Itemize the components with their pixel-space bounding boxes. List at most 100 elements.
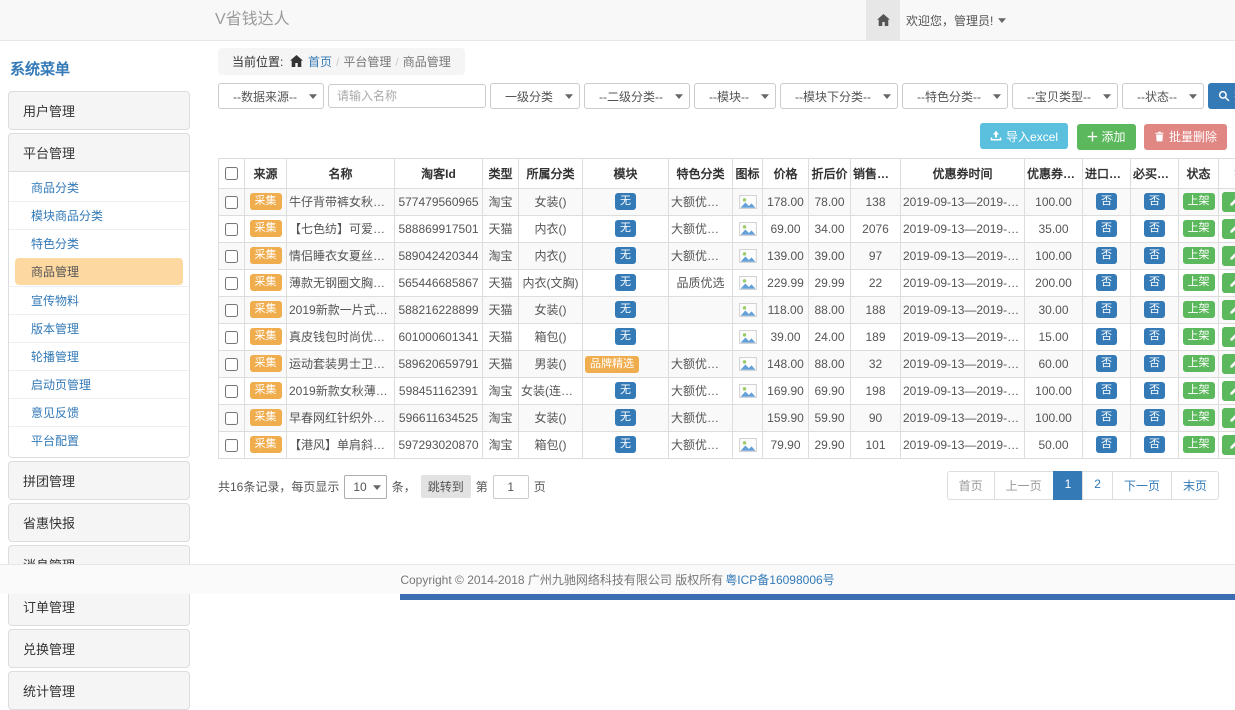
row-checkbox[interactable] [225,385,238,398]
import-select-toggle[interactable]: 否 [1096,355,1117,372]
module-badge[interactable]: 无 [615,382,636,399]
jump-page-input[interactable] [493,475,529,499]
import-select-toggle[interactable]: 否 [1096,409,1117,426]
row-checkbox[interactable] [225,277,238,290]
sidebar-subitem-4[interactable]: 宣传物料 [9,286,189,314]
module-badge[interactable]: 品牌精选 [585,356,639,373]
edit-button[interactable] [1222,408,1235,428]
home-button[interactable] [866,0,900,40]
must-buy-toggle[interactable]: 否 [1144,193,1165,210]
import-excel-button[interactable]: 导入excel [980,123,1068,149]
import-select-toggle[interactable]: 否 [1096,328,1117,345]
must-buy-toggle[interactable]: 否 [1144,247,1165,264]
row-checkbox[interactable] [225,439,238,452]
module-badge[interactable]: 无 [615,301,636,318]
import-select-toggle[interactable]: 否 [1096,247,1117,264]
must-buy-toggle[interactable]: 否 [1144,382,1165,399]
filter-select-5[interactable]: --宝贝类型-- [1012,83,1118,109]
import-select-toggle[interactable]: 否 [1096,220,1117,237]
edit-button[interactable] [1222,192,1235,212]
filter-select-3[interactable]: --模块下分类-- [780,83,898,109]
must-buy-toggle[interactable]: 否 [1144,409,1165,426]
module-badge[interactable]: 无 [615,328,636,345]
module-badge[interactable]: 无 [615,274,636,291]
search-button[interactable]: 查询 [1208,83,1235,109]
row-checkbox[interactable] [225,358,238,371]
page-button-4[interactable]: 下一页 [1112,471,1172,500]
edit-button[interactable] [1222,246,1235,266]
status-badge[interactable]: 上架 [1183,220,1215,237]
sidebar-item-6[interactable]: 兑换管理 [8,629,190,668]
sidebar-subitem-2[interactable]: 特色分类 [9,229,189,257]
add-button[interactable]: 添加 [1077,124,1136,150]
must-buy-toggle[interactable]: 否 [1144,328,1165,345]
sidebar-item-7[interactable]: 统计管理 [8,671,190,710]
must-buy-toggle[interactable]: 否 [1144,274,1165,291]
filter-select-0[interactable]: 一级分类 [490,83,580,109]
sidebar-subitem-7[interactable]: 启动页管理 [9,370,189,398]
filter-select-6[interactable]: --状态-- [1122,83,1204,109]
status-badge[interactable]: 上架 [1183,247,1215,264]
page-button-5[interactable]: 末页 [1171,471,1219,500]
batch-delete-button[interactable]: 批量删除 [1144,124,1227,150]
import-select-toggle[interactable]: 否 [1096,301,1117,318]
sidebar-item-1[interactable]: 平台管理 [8,133,190,172]
per-page-select[interactable]: 10 [344,475,386,499]
must-buy-toggle[interactable]: 否 [1144,436,1165,453]
status-badge[interactable]: 上架 [1183,436,1215,453]
module-badge[interactable]: 无 [615,436,636,453]
module-badge[interactable]: 无 [615,193,636,210]
status-badge[interactable]: 上架 [1183,328,1215,345]
status-badge[interactable]: 上架 [1183,382,1215,399]
edit-button[interactable] [1222,273,1235,293]
import-select-toggle[interactable]: 否 [1096,274,1117,291]
row-checkbox[interactable] [225,223,238,236]
page-button-0[interactable]: 首页 [947,471,995,500]
edit-button[interactable] [1222,327,1235,347]
filter-select-2[interactable]: --模块-- [694,83,776,109]
row-checkbox[interactable] [225,331,238,344]
edit-button[interactable] [1222,354,1235,374]
sidebar-subitem-6[interactable]: 轮播管理 [9,342,189,370]
row-checkbox[interactable] [225,412,238,425]
page-button-2[interactable]: 1 [1053,471,1084,500]
import-select-toggle[interactable]: 否 [1096,193,1117,210]
status-badge[interactable]: 上架 [1183,301,1215,318]
edit-button[interactable] [1222,381,1235,401]
row-checkbox[interactable] [225,250,238,263]
filter-select-4[interactable]: --特色分类-- [902,83,1008,109]
import-select-toggle[interactable]: 否 [1096,382,1117,399]
must-buy-toggle[interactable]: 否 [1144,301,1165,318]
import-select-toggle[interactable]: 否 [1096,436,1117,453]
filter-select-1[interactable]: --二级分类-- [584,83,690,109]
status-badge[interactable]: 上架 [1183,193,1215,210]
jump-button[interactable]: 跳转到 [421,475,471,498]
edit-button[interactable] [1222,300,1235,320]
sidebar-item-2[interactable]: 拼团管理 [8,461,190,500]
status-badge[interactable]: 上架 [1183,409,1215,426]
module-badge[interactable]: 无 [615,409,636,426]
sidebar-subitem-9[interactable]: 平台配置 [9,426,189,454]
row-checkbox[interactable] [225,304,238,317]
row-checkbox[interactable] [225,196,238,209]
status-badge[interactable]: 上架 [1183,355,1215,372]
module-badge[interactable]: 无 [615,220,636,237]
sidebar-subitem-5[interactable]: 版本管理 [9,314,189,342]
status-badge[interactable]: 上架 [1183,274,1215,291]
edit-button[interactable] [1222,219,1235,239]
page-button-1[interactable]: 上一页 [994,471,1054,500]
icp-link[interactable]: 粤ICP备16098006号 [725,571,834,588]
sidebar-item-3[interactable]: 省惠快报 [8,503,190,542]
sidebar-subitem-1[interactable]: 模块商品分类 [9,201,189,229]
sidebar-subitem-3[interactable]: 商品管理 [15,258,183,285]
select-all-checkbox[interactable] [225,167,238,180]
sidebar-subitem-0[interactable]: 商品分类 [9,174,189,201]
must-buy-toggle[interactable]: 否 [1144,220,1165,237]
user-menu[interactable]: 欢迎您，管理员! [906,0,1006,40]
page-button-3[interactable]: 2 [1082,471,1113,500]
filter-source-select[interactable]: --数据来源-- [218,83,324,109]
module-badge[interactable]: 无 [615,247,636,264]
edit-button[interactable] [1222,435,1235,455]
must-buy-toggle[interactable]: 否 [1144,355,1165,372]
name-search-input[interactable] [328,84,486,108]
